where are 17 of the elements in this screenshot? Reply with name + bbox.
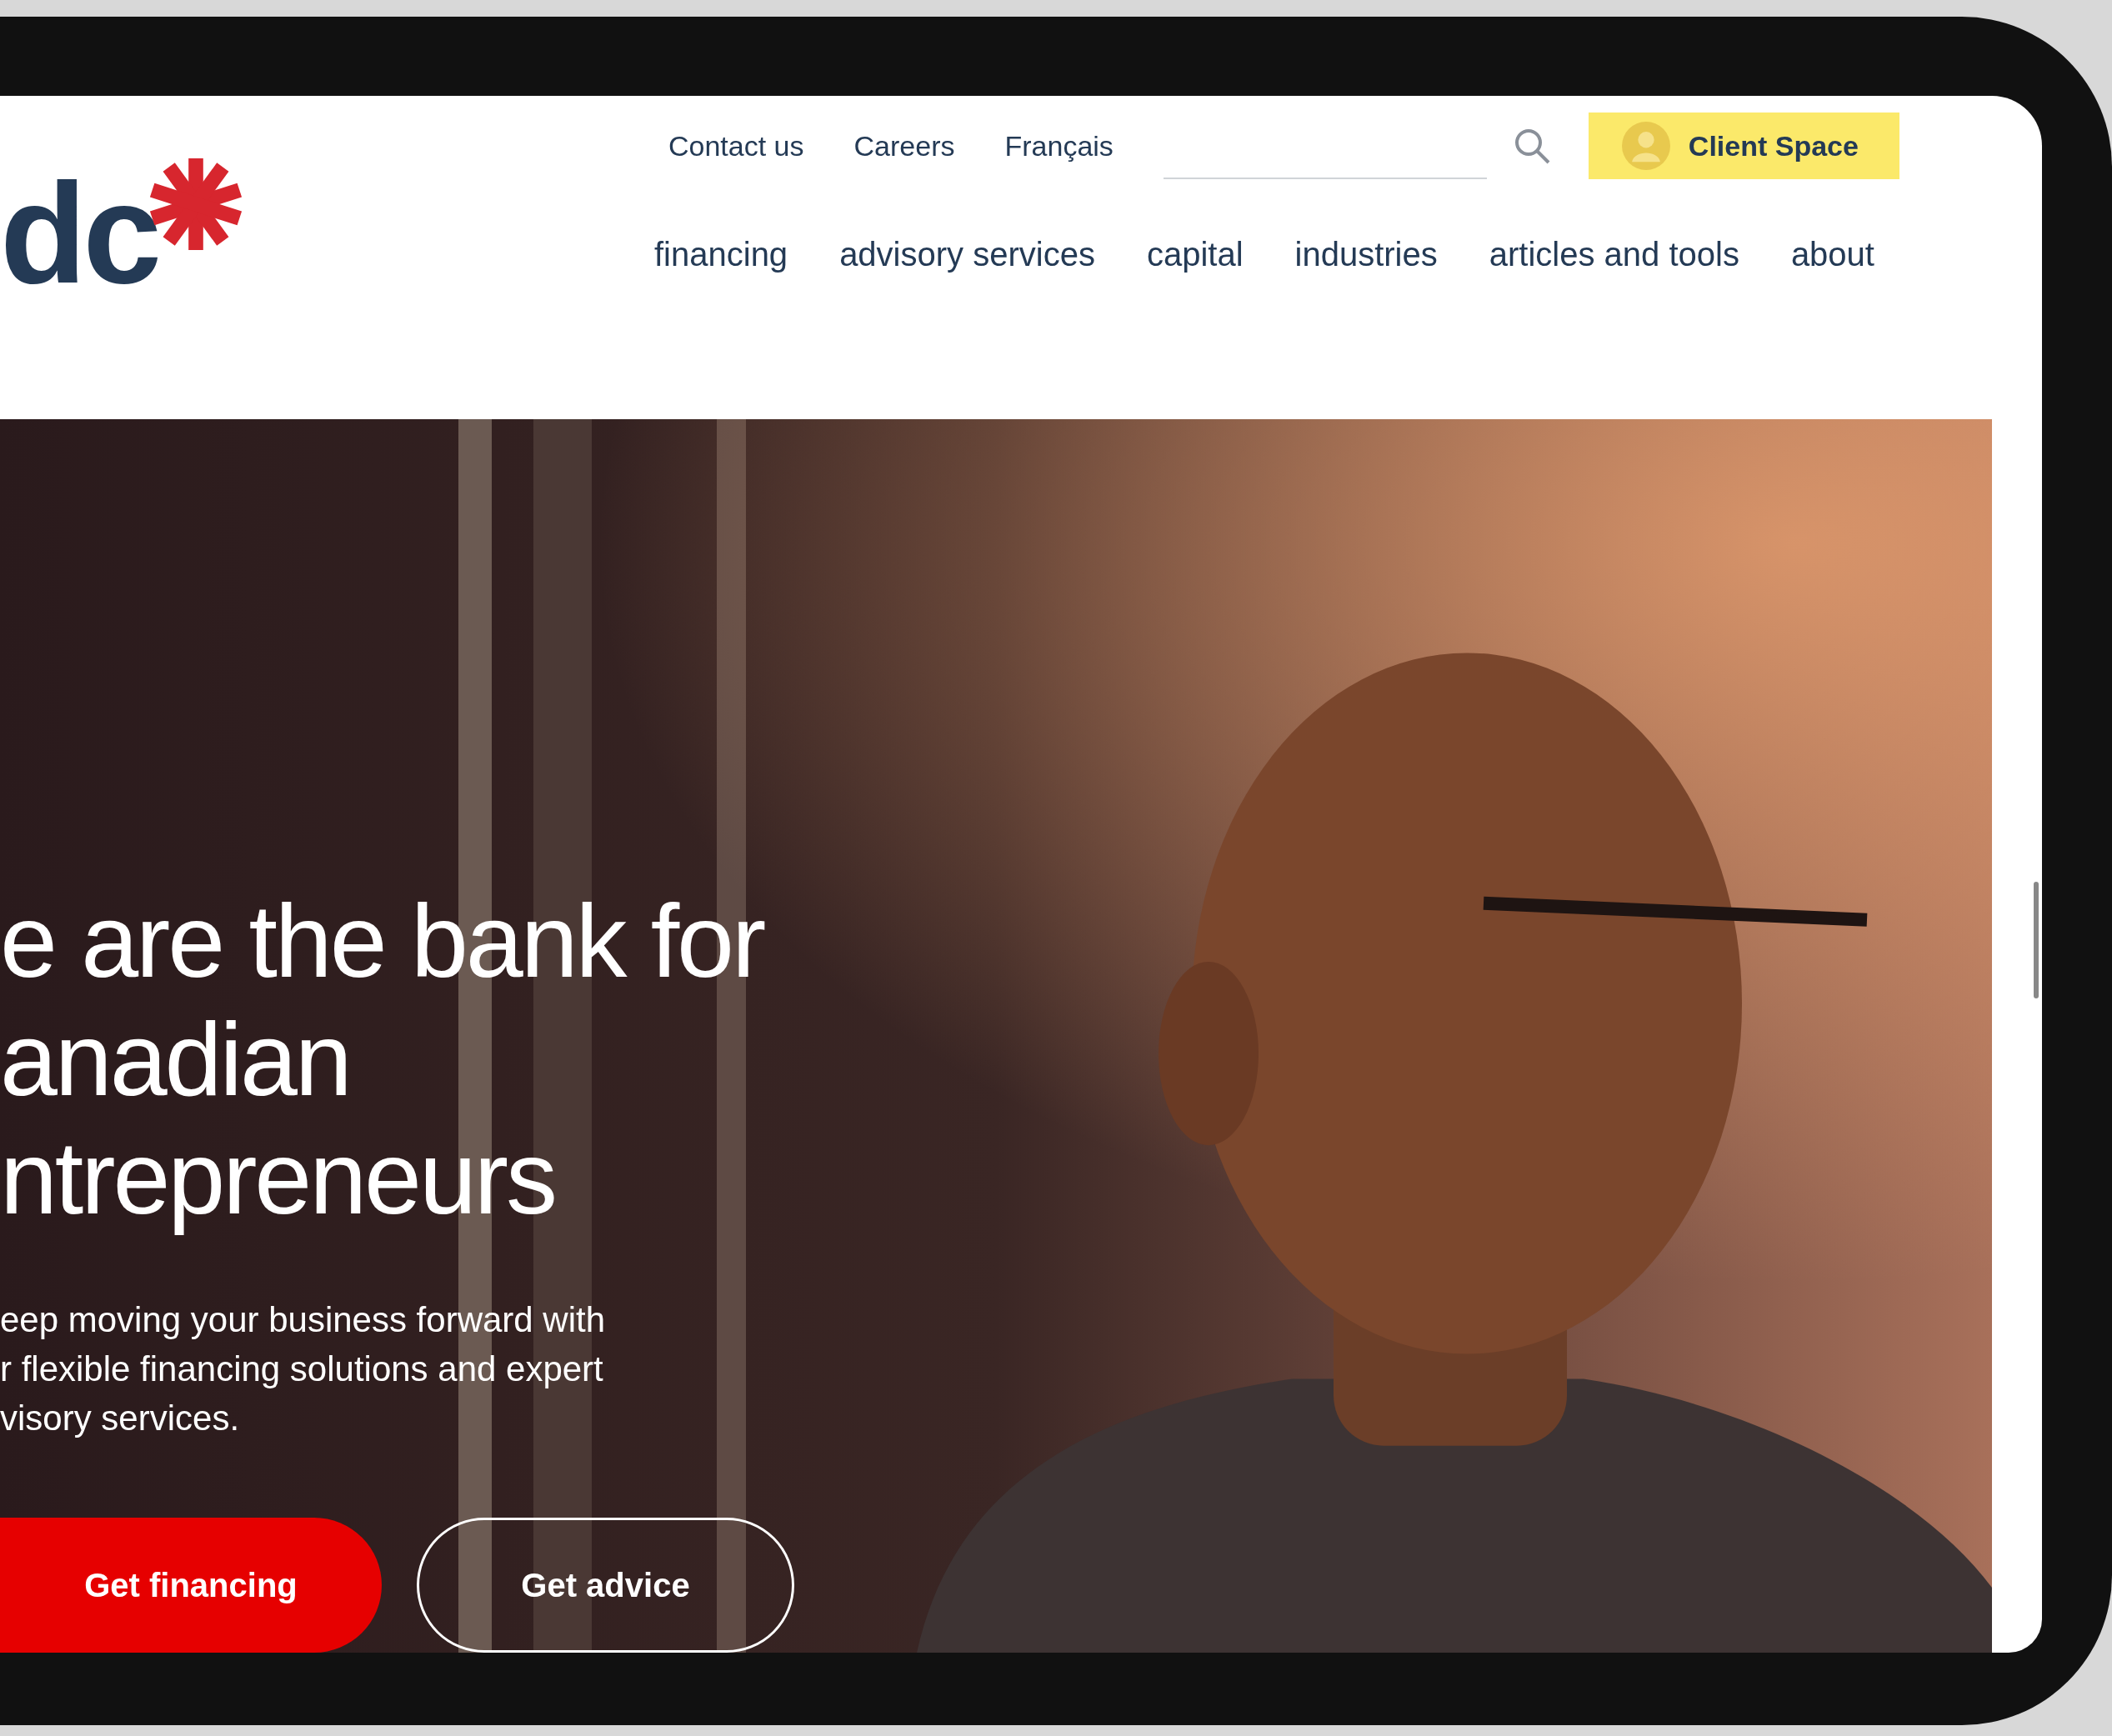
hero-description: eep moving your business forward with r flexible financing solutions and expert visory services. [0,1299,607,1439]
get-advice-button[interactable]: Get advice [417,1518,794,1653]
utility-link[interactable]: Careers [853,124,955,168]
user-icon [1621,122,1670,170]
nav-link[interactable]: capital [1146,229,1244,279]
nav-link[interactable]: articles and tools [1489,229,1739,279]
hero-headline: e are the bank for anadian ntrepreneurs [0,883,765,1237]
nav-link[interactable]: advisory services [839,229,1095,279]
scrollbar-thumb[interactable] [2034,882,2039,998]
utility-link[interactable]: Français [1004,124,1114,168]
get-financing-button[interactable]: Get financing [0,1518,382,1653]
utility-link[interactable]: Contact us [668,124,804,168]
nav-link[interactable]: industries [1294,229,1438,279]
client-space-button[interactable]: Client Space [1588,113,1899,179]
nav-link[interactable]: financing [654,229,788,279]
logo-text: dc [0,163,158,304]
nav-link[interactable]: about [1790,229,1874,279]
